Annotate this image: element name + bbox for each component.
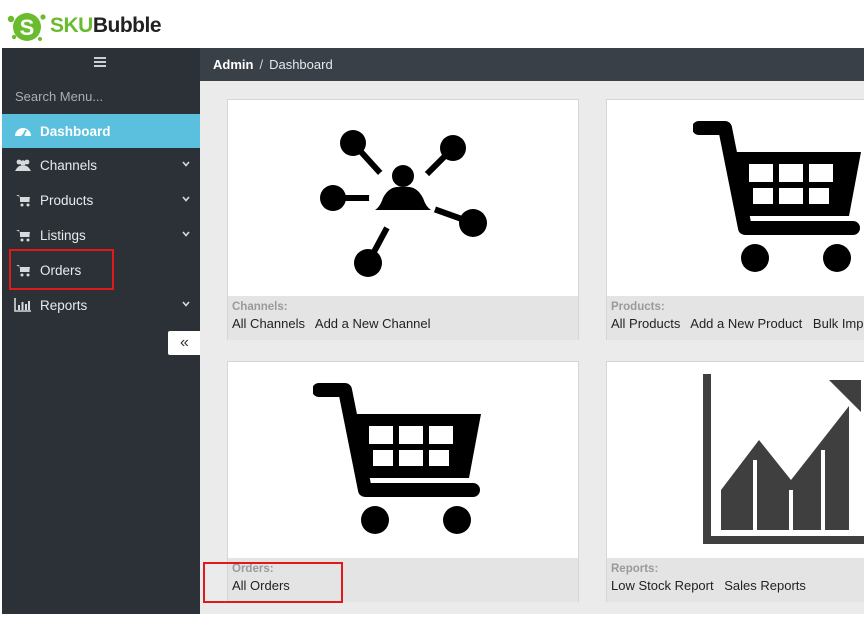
shopping-cart-icon (693, 121, 861, 272)
card-title: Orders: (232, 563, 274, 575)
sidebar-item-label: Products (40, 192, 94, 208)
sidebar-item-label: Channels (40, 157, 98, 173)
sidebar-item-channels[interactable]: Channels (2, 148, 200, 182)
logo-bubble-text: Bubble (92, 14, 162, 37)
bulk-import-link[interactable]: Bulk Import (813, 316, 864, 331)
shopping-cart-icon (313, 383, 481, 534)
reports-card-image[interactable] (607, 362, 864, 558)
cart-icon (14, 263, 32, 277)
collapse-sidebar-button[interactable]: « (168, 331, 201, 355)
sidebar-item-orders[interactable]: Orders (2, 253, 200, 287)
card-title: Reports: (611, 563, 659, 575)
chevron-down-icon[interactable] (182, 300, 190, 308)
chevron-down-icon[interactable] (182, 195, 190, 203)
sidebar-item-reports[interactable]: Reports (2, 288, 200, 322)
breadcrumb: Admin / Dashboard (200, 48, 864, 81)
channels-card: Channels: All Channels Add a New Channel (227, 99, 579, 340)
logo-bubble-icon: S (6, 9, 48, 43)
dashboard-content: Channels: All Channels Add a New Channel (200, 81, 864, 614)
chevron-down-icon[interactable] (182, 160, 190, 168)
products-card: Products: All Products Add a New Product… (606, 99, 864, 340)
reports-card: Reports: Low Stock Report Sales Reports (606, 361, 864, 602)
products-card-image[interactable] (607, 100, 864, 296)
users-icon (14, 158, 32, 172)
add-new-product-link[interactable]: Add a New Product (690, 316, 802, 331)
channels-card-image[interactable] (228, 100, 578, 296)
cart-icon (14, 193, 32, 207)
chevron-down-icon[interactable] (182, 230, 190, 238)
cart-icon (14, 228, 32, 242)
sales-reports-link[interactable]: Sales Reports (724, 578, 806, 593)
orders-card-image[interactable] (228, 362, 578, 558)
sidebar-item-label: Dashboard (40, 123, 111, 139)
logo-sku-text: SKU (50, 14, 93, 37)
logo-wordmark: SKUBubble (50, 14, 162, 38)
double-chevron-left-icon: « (180, 334, 189, 351)
orders-card: Orders: All Orders (227, 361, 579, 602)
low-stock-report-link[interactable]: Low Stock Report (611, 578, 714, 593)
all-products-link[interactable]: All Products (611, 316, 680, 331)
products-card-footer: Products: All Products Add a New Product… (607, 296, 864, 340)
search-menu-input[interactable] (2, 80, 200, 112)
sidebar: Dashboard Channels Products Listings Ord… (2, 48, 201, 614)
sidebar-item-label: Orders (40, 262, 82, 278)
breadcrumb-admin-link[interactable]: Admin (213, 57, 253, 72)
logo-letter: S (20, 15, 35, 40)
card-title: Products: (611, 301, 665, 313)
card-title: Channels: (232, 301, 288, 313)
orders-card-footer: Orders: All Orders (228, 558, 578, 602)
sidebar-item-listings[interactable]: Listings (2, 218, 200, 252)
breadcrumb-separator: / (259, 57, 264, 72)
sidebar-item-label: Listings (40, 227, 86, 243)
skububble-logo[interactable]: S SKUBubble (6, 8, 162, 44)
add-new-channel-link[interactable]: Add a New Channel (315, 316, 431, 331)
dashboard-icon (14, 124, 32, 138)
sidebar-item-dashboard[interactable]: Dashboard (2, 114, 200, 148)
breadcrumb-current-page: Dashboard (269, 57, 333, 72)
trending-chart-icon (703, 374, 864, 544)
sidebar-item-products[interactable]: Products (2, 183, 200, 217)
all-channels-link[interactable]: All Channels (232, 316, 305, 331)
channels-card-footer: Channels: All Channels Add a New Channel (228, 296, 578, 340)
network-icon (320, 130, 487, 277)
hamburger-menu-icon[interactable] (94, 57, 106, 67)
all-orders-link[interactable]: All Orders (232, 578, 290, 593)
sidebar-item-label: Reports (40, 297, 88, 313)
bar-chart-icon (14, 298, 32, 312)
reports-card-footer: Reports: Low Stock Report Sales Reports (607, 558, 864, 602)
